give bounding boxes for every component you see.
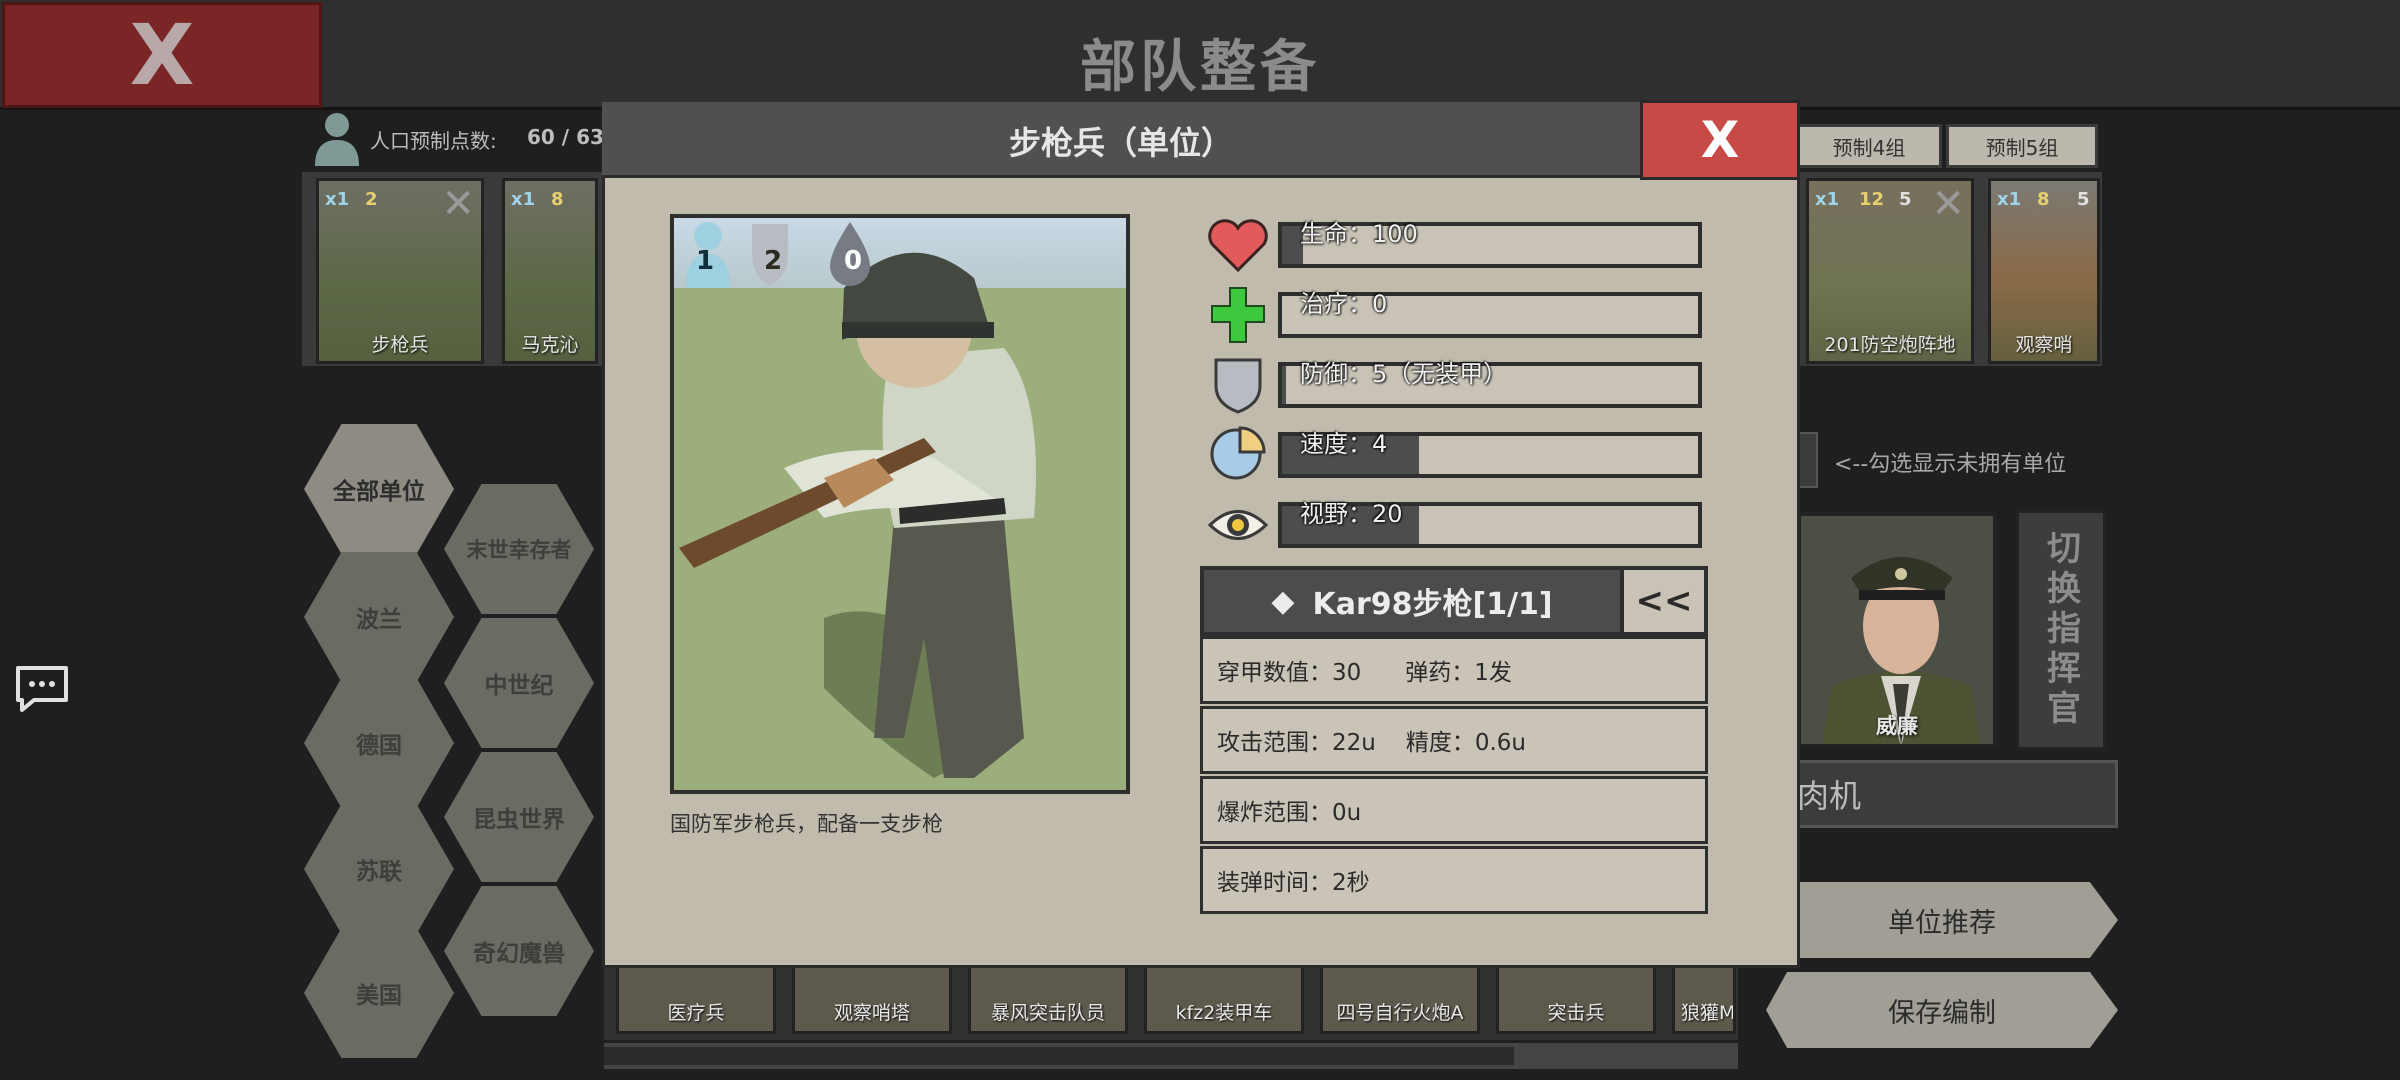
- unit-slot[interactable]: x1 12 5 ✕ 201防空炮阵地: [1806, 178, 1974, 364]
- range-value: 攻击范围：22u: [1217, 730, 1376, 756]
- weapon-stat-row: 爆炸范围：0u: [1200, 776, 1708, 844]
- faction-poland[interactable]: 波兰: [304, 552, 454, 682]
- switch-commander-button[interactable]: 切换指挥官: [2016, 510, 2106, 750]
- count-badge: x1: [1815, 189, 1840, 210]
- accuracy-value: 精度：0.6u: [1405, 730, 1526, 756]
- unit-slot-label: 观察哨: [2015, 334, 2073, 356]
- tab-preset-4[interactable]: 预制4组: [1796, 124, 1942, 168]
- show-unowned-label: <--勾选显示未拥有单位: [1834, 452, 2067, 477]
- tab-preset-5[interactable]: 预制5组: [1946, 124, 2098, 168]
- unit-slot-label: 步枪兵: [371, 334, 429, 356]
- scrollbar-thumb[interactable]: [604, 1047, 1514, 1065]
- armor-badge: 5: [1899, 189, 1912, 210]
- cost-badge: 2: [365, 189, 378, 210]
- count-badge: x1: [1997, 189, 2022, 210]
- cost-badge: 8: [551, 189, 564, 210]
- catalog-unit-card[interactable]: 观察哨塔: [792, 964, 952, 1034]
- defense-label: 防御：5（无装甲）: [1300, 360, 1508, 388]
- population-icon: [315, 113, 359, 166]
- heart-icon: [1208, 219, 1268, 273]
- rifleman-art: [674, 218, 1126, 790]
- cost-badge: 12: [1859, 189, 1885, 210]
- count-badge: x1: [325, 189, 350, 210]
- weapon-stat-row: 装弹时间：2秒: [1200, 846, 1708, 914]
- speed-label: 速度：4: [1300, 430, 1388, 458]
- remove-icon[interactable]: ✕: [441, 181, 475, 227]
- shield-icon: [1214, 358, 1262, 414]
- diamond-icon: ◆: [1271, 583, 1295, 619]
- count-badge: x1: [511, 189, 536, 210]
- catalog-scrollbar[interactable]: [604, 1043, 1738, 1069]
- defense-fill: [1282, 366, 1287, 404]
- reload-value: 装弹时间：2秒: [1217, 870, 1370, 896]
- catalog-unit-card[interactable]: 四号自行火炮A: [1320, 964, 1480, 1034]
- unit-description: 国防军步枪兵，配备一支步枪: [670, 812, 943, 836]
- ammo-value: 弹药：1发: [1405, 660, 1512, 686]
- weapon-stat-row: 攻击范围：22u 精度：0.6u: [1200, 706, 1708, 774]
- remove-icon[interactable]: ✕: [1931, 181, 1965, 227]
- weapon-stat-row: 穿甲数值：30 弹药：1发: [1200, 636, 1708, 704]
- faction-usa[interactable]: 美国: [304, 928, 454, 1058]
- faction-fantasy[interactable]: 奇幻魔兽: [444, 886, 594, 1016]
- unit-slot[interactable]: x1 8 马克沁: [502, 178, 598, 364]
- blast-value: 爆炸范围：0u: [1217, 800, 1362, 826]
- cost-badge: 8: [2037, 189, 2050, 210]
- modal-title: 步枪兵（单位）: [1008, 124, 1233, 162]
- faction-insect-world[interactable]: 昆虫世界: [444, 752, 594, 882]
- armor-badge: 0: [844, 246, 863, 276]
- heal-icon: [1211, 287, 1265, 343]
- chat-icon[interactable]: [14, 664, 70, 714]
- eye-icon: [1207, 510, 1269, 540]
- faction-survivors[interactable]: 末世幸存者: [444, 484, 594, 614]
- weapon-toggle-button[interactable]: <<: [1620, 566, 1708, 636]
- catalog-unit-card[interactable]: 暴风突击队员: [968, 964, 1128, 1034]
- population-value: 60 / 63: [527, 125, 604, 149]
- faction-all[interactable]: 全部单位: [304, 424, 454, 554]
- exit-button[interactable]: X: [2, 2, 322, 108]
- commander-name: 威廉: [1876, 714, 1918, 738]
- catalog-unit-card[interactable]: 狼獾M: [1672, 964, 1736, 1034]
- health-label: 生命：100: [1300, 220, 1418, 248]
- faction-ussr[interactable]: 苏联: [304, 804, 454, 934]
- unit-slot[interactable]: x1 8 5 观察哨: [1988, 178, 2100, 364]
- unit-slot[interactable]: x1 2 ✕ 步枪兵: [316, 178, 484, 364]
- weapon-name: Kar98步枪[1/1]: [1312, 587, 1553, 622]
- unit-slot-label: 马克沁: [521, 334, 579, 356]
- catalog-unit-card[interactable]: 突击兵: [1496, 964, 1656, 1034]
- armor-pen-value: 穿甲数值：30: [1217, 660, 1362, 686]
- deck-name-field[interactable]: 肉机: [1782, 760, 2118, 828]
- weapon-header: ◆ Kar98步枪[1/1]: [1200, 566, 1624, 636]
- catalog-unit-card[interactable]: 医疗兵: [616, 964, 776, 1034]
- catalog-unit-card[interactable]: kfz2装甲车: [1144, 964, 1304, 1034]
- unit-slot-label: 201防空炮阵地: [1824, 334, 1956, 356]
- faction-medieval[interactable]: 中世纪: [444, 618, 594, 748]
- vision-label: 视野：20: [1300, 500, 1403, 528]
- population-label: 人口预制点数:: [370, 129, 497, 153]
- save-formation-button[interactable]: 保存编制: [1766, 972, 2118, 1048]
- recommend-units-button[interactable]: 单位推荐: [1766, 882, 2118, 958]
- speed-icon: [1210, 426, 1266, 480]
- cost-badge: 2: [764, 246, 783, 276]
- page-title: 部队整备: [1080, 35, 1320, 100]
- faction-germany[interactable]: 德国: [304, 678, 454, 808]
- commander-portrait[interactable]: 威廉: [1797, 512, 1997, 748]
- close-button[interactable]: X: [1640, 100, 1800, 180]
- unit-portrait: 1 2 0: [670, 214, 1130, 794]
- armor-badge: 5: [2077, 189, 2090, 210]
- heal-label: 治疗：0: [1300, 290, 1388, 318]
- population-badge: 1: [696, 246, 715, 276]
